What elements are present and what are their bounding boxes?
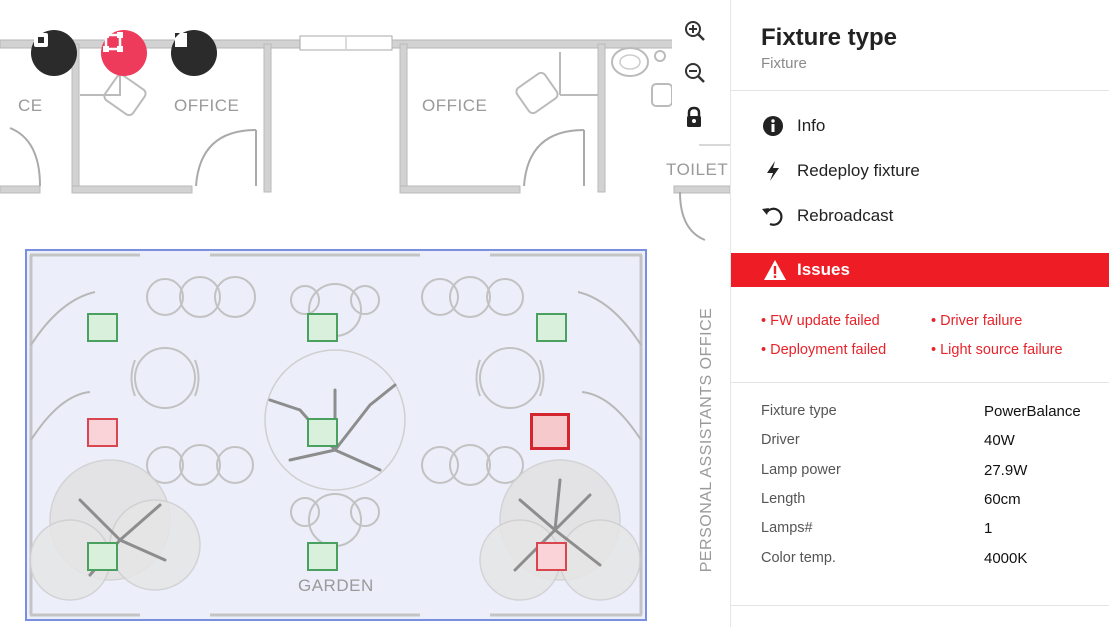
zoom-in-button[interactable] [684, 20, 718, 54]
fixture-details-panel: Fixture type Fixture Info Redeploy fixtu… [730, 0, 1109, 627]
layer-icon [175, 33, 187, 47]
rebroadcast-action[interactable]: Rebroadcast [761, 201, 893, 231]
square-select-icon [34, 33, 48, 47]
fixture-marker[interactable] [307, 418, 338, 447]
property-value: 1 [984, 520, 993, 537]
issue-item: • Deployment failed [761, 342, 887, 358]
layers-button[interactable] [171, 30, 217, 76]
office-label-2: OFFICE [422, 96, 488, 115]
redeploy-fixture-action[interactable]: Redeploy fixture [761, 156, 920, 186]
garden-label: GARDEN [298, 576, 374, 595]
property-key: Color temp. [761, 550, 836, 566]
issue-item: • Light source failure [931, 342, 1063, 358]
area-select-icon [103, 32, 123, 52]
property-value: 4000K [984, 550, 1028, 567]
fixture-marker-issue[interactable] [536, 542, 567, 571]
property-value: 40W [984, 432, 1015, 449]
issue-item: • FW update failed [761, 313, 880, 329]
info-icon [761, 114, 785, 138]
bolt-icon [761, 159, 785, 183]
info-action-label: Info [797, 116, 826, 135]
property-key: Lamps# [761, 520, 813, 536]
rebroadcast-action-label: Rebroadcast [797, 206, 894, 225]
fixture-marker[interactable] [307, 542, 338, 571]
fixture-marker[interactable] [536, 313, 567, 342]
single-select-button[interactable] [31, 30, 77, 76]
zoom-out-button[interactable] [684, 62, 718, 96]
property-key: Lamp power [761, 462, 841, 478]
property-key: Length [761, 491, 806, 507]
property-key: Fixture type [761, 403, 837, 419]
divider [731, 90, 1109, 91]
warning-icon [764, 260, 786, 280]
toilet-label: TOILET [666, 160, 729, 179]
property-key: Driver [761, 432, 800, 448]
issues-header: Issues [731, 253, 1109, 287]
issue-item: • Driver failure [931, 313, 1023, 329]
redeploy-action-label: Redeploy fixture [797, 161, 920, 180]
rebroadcast-icon [761, 204, 785, 228]
floor-plan-map[interactable]: CE OFFICE OFFICE TOILET GARDEN PERSONAL … [0, 0, 730, 627]
panel-title: Fixture type [761, 24, 898, 51]
property-value: 27.9W [984, 462, 1028, 479]
panel-subtitle: Fixture [761, 55, 807, 72]
zoom-in-icon [685, 21, 705, 41]
zoom-controls [672, 14, 730, 144]
divider [731, 605, 1109, 606]
property-value: PowerBalance [984, 403, 1081, 420]
fixture-marker[interactable] [307, 313, 338, 342]
divider [731, 382, 1109, 383]
fixture-marker[interactable] [87, 542, 118, 571]
info-action[interactable]: Info [761, 111, 825, 141]
personal-assistants-office-label: PERSONAL ASSISTANTS OFFICE [698, 307, 715, 573]
office-label-1: OFFICE [174, 96, 240, 115]
issues-title: Issues [797, 260, 850, 279]
zoom-out-icon [685, 63, 705, 83]
fixture-marker-issue[interactable] [87, 418, 118, 447]
area-select-button[interactable] [101, 30, 147, 76]
fixture-marker[interactable] [87, 313, 118, 342]
lock-button[interactable] [684, 106, 718, 140]
fixture-marker-selected[interactable] [530, 413, 570, 450]
lock-icon [687, 106, 701, 127]
office-left-label: CE [18, 96, 43, 115]
property-value: 60cm [984, 491, 1021, 508]
